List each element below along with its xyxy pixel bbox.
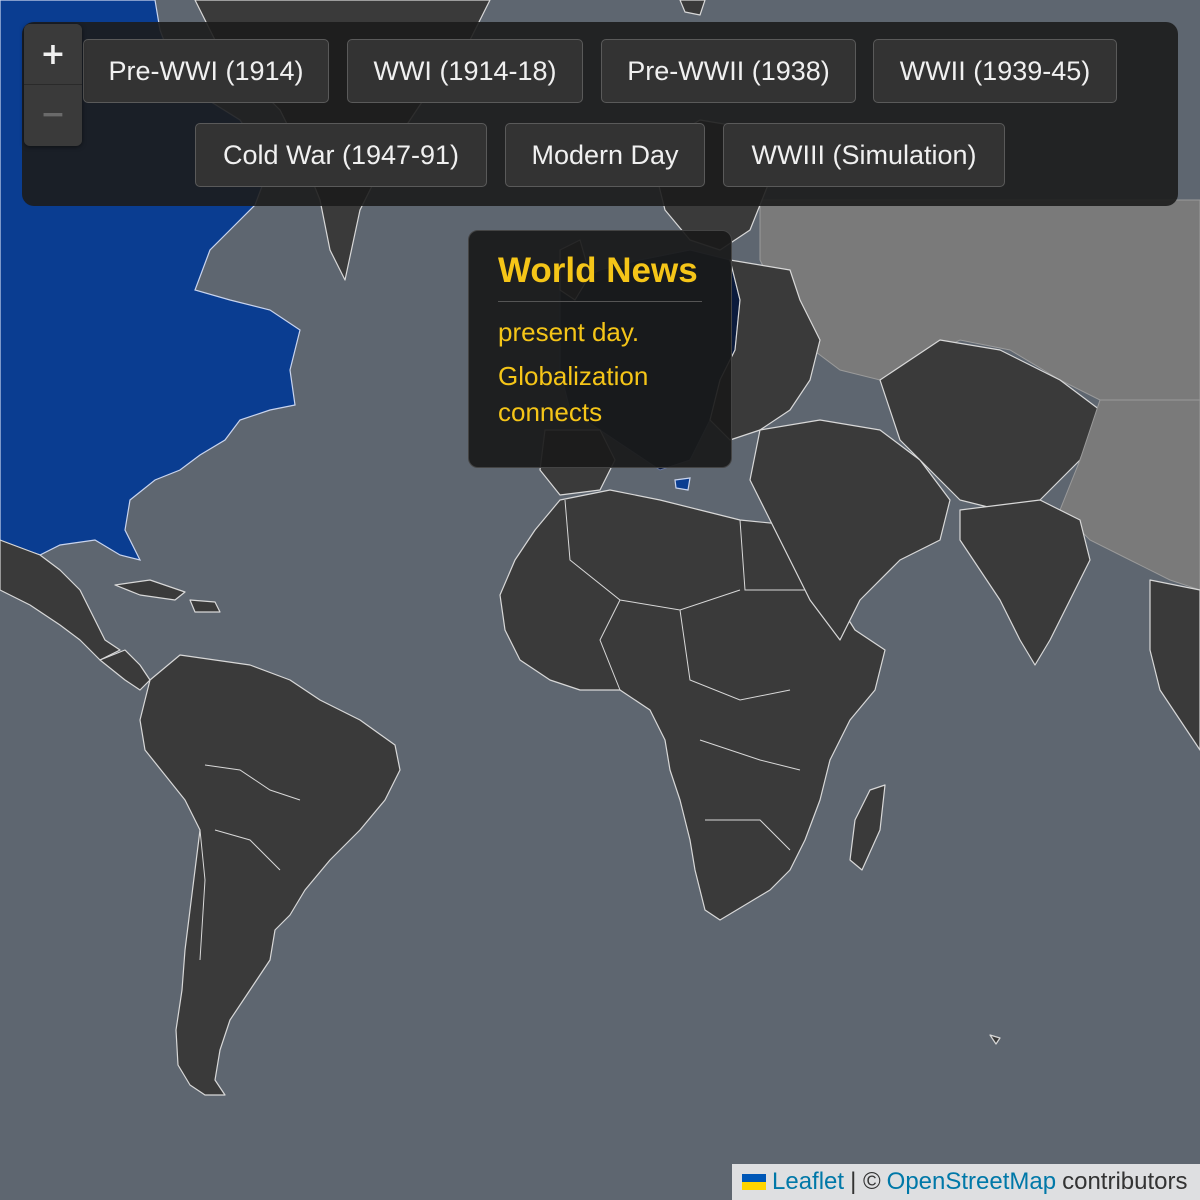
zoom-in-button[interactable]: + (24, 24, 82, 84)
era-button-modern-day[interactable]: Modern Day (505, 123, 705, 187)
era-button-pre-wwi[interactable]: Pre-WWI (1914) (83, 39, 329, 103)
attribution-suffix: contributors (1062, 1168, 1188, 1195)
zoom-out-button[interactable]: − (24, 84, 82, 144)
era-selector-panel: Pre-WWI (1914) WWI (1914-18) Pre-WWII (1… (22, 22, 1178, 206)
greece-highlight (674, 477, 691, 491)
era-button-wwi[interactable]: WWI (1914-18) (347, 39, 583, 103)
era-button-cold-war[interactable]: Cold War (1947-91) (195, 123, 487, 187)
map-attribution: Leaflet | © OpenStreetMap contributors (732, 1164, 1200, 1200)
news-line-globalization: Globalization connects (498, 361, 649, 427)
openstreetmap-link[interactable]: OpenStreetMap (887, 1168, 1056, 1196)
era-button-pre-wwii[interactable]: Pre-WWII (1938) (601, 39, 856, 103)
news-line-present-day: present day. (498, 317, 640, 347)
leaflet-link[interactable]: Leaflet (772, 1168, 844, 1196)
ukraine-flag-icon (742, 1174, 766, 1190)
era-button-wwiii-simulation[interactable]: WWIII (Simulation) (723, 123, 1005, 187)
news-title: World News (498, 251, 702, 302)
era-button-wwii[interactable]: WWII (1939-45) (873, 39, 1117, 103)
attribution-separator: | © (850, 1168, 881, 1195)
hispaniola-shape (189, 599, 221, 613)
world-news-panel: World News present day. Globalization co… (468, 230, 732, 468)
zoom-control: + − (24, 24, 82, 146)
